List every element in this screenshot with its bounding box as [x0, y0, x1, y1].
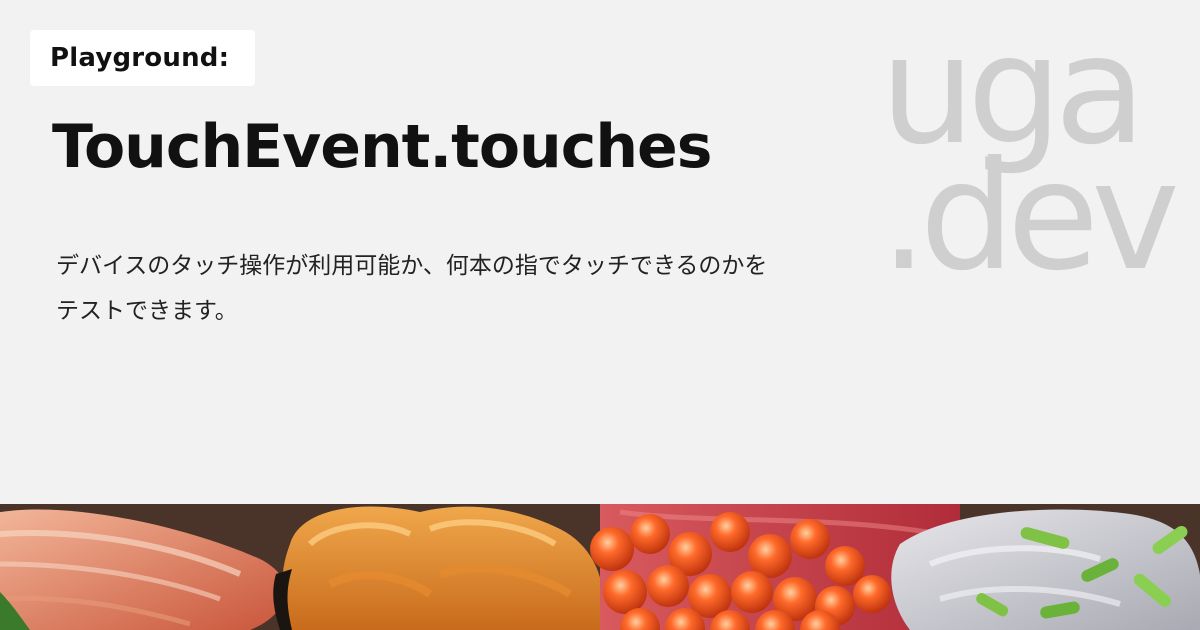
sushi-photo-illustration [0, 504, 1200, 630]
page-title: TouchEvent.touches [52, 112, 712, 182]
badge-label: Playground: [50, 43, 230, 73]
page-description: デバイスのタッチ操作が利用可能か、何本の指でタッチできるのかを テストできます。 [56, 244, 796, 334]
description-line-1: デバイスのタッチ操作が利用可能か、何本の指でタッチできるのかを [56, 253, 768, 279]
og-card: Playground: TouchEvent.touches デバイスのタッチ操… [0, 0, 1200, 504]
description-line-2: テストできます。 [56, 298, 238, 324]
logo-line-2: .dev [880, 130, 1180, 304]
playground-badge: Playground: [30, 30, 255, 86]
site-logo: uga .dev [880, 16, 1180, 328]
sushi-bowl-photo [0, 504, 1200, 630]
